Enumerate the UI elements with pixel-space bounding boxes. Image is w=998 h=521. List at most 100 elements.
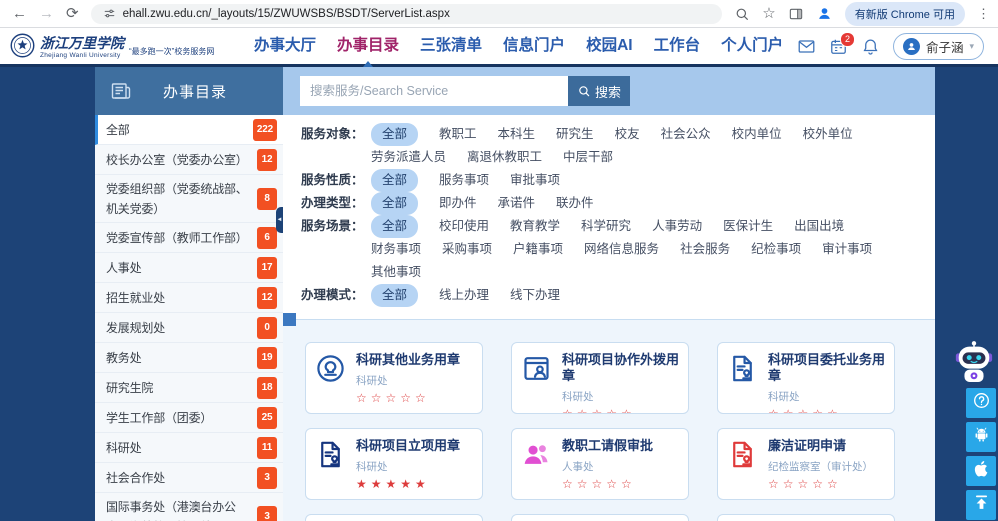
site-settings-icon[interactable] xyxy=(103,7,116,20)
service-card[interactable]: 科研项目委托业务用章科研处☆☆☆☆☆ xyxy=(717,342,895,414)
zoom-icon[interactable] xyxy=(734,6,750,22)
filter-option[interactable]: 全部 xyxy=(371,169,418,192)
filter-option[interactable]: 全部 xyxy=(371,192,418,215)
service-card[interactable]: 科研其他业务用章科研处☆☆☆☆☆ xyxy=(305,342,483,414)
back-to-top-button[interactable] xyxy=(966,490,996,520)
forward-icon[interactable]: → xyxy=(39,6,54,21)
ai-assistant-robot[interactable] xyxy=(953,340,995,386)
filter-option[interactable]: 财务事项 xyxy=(371,238,421,261)
filter-option[interactable]: 审批事项 xyxy=(510,169,560,192)
sidebar-item[interactable]: 学生工作部（团委）25 xyxy=(95,403,283,433)
filter-row: 服务场景：全部校印使用教育教学科学研究人事劳动医保计生出国出境财务事项采购事项户… xyxy=(301,215,935,284)
search-input[interactable] xyxy=(300,76,568,106)
address-bar[interactable]: ehall.zwu.edu.cn/_layouts/15/ZWUWSBS/BSD… xyxy=(91,4,723,24)
filter-option[interactable]: 纪检事项 xyxy=(751,238,801,261)
sidebar-item[interactable]: 党委组织部（党委统战部、机关党委）8 xyxy=(95,175,283,223)
filter-option[interactable]: 中层干部 xyxy=(563,146,613,169)
filter-option[interactable]: 线上办理 xyxy=(439,284,489,307)
filter-option[interactable]: 人事劳动 xyxy=(652,215,702,238)
filter-option[interactable]: 其他事项 xyxy=(371,261,421,284)
search-button[interactable]: 搜索 xyxy=(568,76,630,106)
filter-option[interactable]: 本科生 xyxy=(498,123,536,146)
sidebar-item[interactable]: 发展规划处0 xyxy=(95,313,283,343)
nav-item[interactable]: 工作台 xyxy=(654,28,701,64)
filter-option[interactable]: 审计事项 xyxy=(822,238,872,261)
nav-item[interactable]: 三张清单 xyxy=(420,28,482,64)
nav-item[interactable]: 校园AI xyxy=(586,28,633,64)
filter-option[interactable]: 离退休教职工 xyxy=(467,146,542,169)
android-download-button[interactable] xyxy=(966,422,996,452)
page-body: 办事目录 全部222校长办公室（党委办公室）12党委组织部（党委统战部、机关党委… xyxy=(0,67,998,521)
nav-item[interactable]: 个人门户 xyxy=(721,28,783,64)
calendar-icon[interactable]: 2 xyxy=(829,37,848,56)
card-dept: 纪检监察室（审计处） xyxy=(768,459,873,474)
filter-option[interactable]: 医保计生 xyxy=(723,215,773,238)
university-seal-icon xyxy=(10,33,35,58)
user-menu[interactable]: 俞子涵 ▾ xyxy=(893,33,984,60)
filter-option[interactable]: 联办件 xyxy=(556,192,594,215)
nav-item[interactable]: 办事大厅 xyxy=(254,28,316,64)
filter-option[interactable]: 教职工 xyxy=(439,123,477,146)
filter-option[interactable]: 科学研究 xyxy=(581,215,631,238)
profile-avatar-icon[interactable] xyxy=(816,5,833,22)
filter-option[interactable]: 全部 xyxy=(371,215,418,238)
filter-option[interactable]: 线下办理 xyxy=(510,284,560,307)
filter-option[interactable]: 劳务派遣人员 xyxy=(371,146,446,169)
reload-icon[interactable]: ⟳ xyxy=(66,6,79,21)
filter-option[interactable]: 校友 xyxy=(615,123,640,146)
filter-option[interactable]: 研究生 xyxy=(556,123,594,146)
bookmark-star-icon[interactable]: ☆ xyxy=(762,6,775,21)
chrome-update-button[interactable]: 有新版 Chrome 可用 xyxy=(845,2,965,26)
filter-option[interactable]: 采购事项 xyxy=(442,238,492,261)
filter-option[interactable]: 社会服务 xyxy=(680,238,730,261)
sidebar-item[interactable]: 教务处19 xyxy=(95,343,283,373)
people-icon xyxy=(520,438,554,472)
filter-option[interactable]: 校印使用 xyxy=(439,215,489,238)
service-card[interactable]: 科研项目协作外拨用章科研处☆☆☆☆☆ xyxy=(511,342,689,414)
menu-dots-icon[interactable]: ⋮ xyxy=(977,7,990,20)
back-icon[interactable]: ← xyxy=(12,6,27,21)
ios-download-button[interactable] xyxy=(966,456,996,486)
filter-option[interactable]: 校外单位 xyxy=(803,123,853,146)
filter-option[interactable]: 全部 xyxy=(371,123,418,146)
help-button[interactable] xyxy=(966,388,996,418)
filter-option[interactable]: 户籍事项 xyxy=(513,238,563,261)
sidebar-title: 办事目录 xyxy=(133,81,283,102)
service-card[interactable]: 科研项目立项用章科研处★★★★★ xyxy=(305,428,483,500)
filter-option[interactable]: 出国出境 xyxy=(794,215,844,238)
university-logo[interactable]: 浙江万里学院 Zhejiang Wanli University “最多跑一次”… xyxy=(10,33,248,60)
filter-option[interactable]: 即办件 xyxy=(439,192,477,215)
card-dept: 科研处 xyxy=(562,389,680,404)
filter-option[interactable]: 全部 xyxy=(371,284,418,307)
count-badge: 8 xyxy=(257,188,277,210)
user-avatar-icon xyxy=(903,38,920,55)
side-panel-icon[interactable] xyxy=(788,6,804,22)
sidebar-item[interactable]: 社会合作处3 xyxy=(95,463,283,493)
nav-item[interactable]: 办事目录 xyxy=(337,28,399,64)
filter-label: 办理类型： xyxy=(301,192,371,215)
sidebar-item[interactable]: 党委宣传部（教师工作部）6 xyxy=(95,223,283,253)
filter-option[interactable]: 社会公众 xyxy=(661,123,711,146)
sidebar-collapse-handle[interactable]: ◄ xyxy=(276,207,283,233)
sidebar-item[interactable]: 科研处11 xyxy=(95,433,283,463)
service-card[interactable]: 廉洁证明申请纪检监察室（审计处）☆☆☆☆☆ xyxy=(717,428,895,500)
sidebar-item[interactable]: 人事处17 xyxy=(95,253,283,283)
service-card[interactable]: 纪检监督事项备案纪检监察室（审计处） xyxy=(305,514,483,521)
filter-option[interactable]: 校内单位 xyxy=(732,123,782,146)
filter-option[interactable]: 承诺件 xyxy=(498,192,536,215)
sidebar-item[interactable]: 校长办公室（党委办公室）12 xyxy=(95,145,283,175)
sidebar-item[interactable]: 招生就业处12 xyxy=(95,283,283,313)
service-card[interactable]: 2二级学院（部门）内部用章申请 xyxy=(511,514,689,521)
sidebar-item[interactable]: 全部222 xyxy=(95,115,283,145)
filter-option[interactable]: 服务事项 xyxy=(439,169,489,192)
service-card[interactable]: 教职工请假审批人事处☆☆☆☆☆ xyxy=(511,428,689,500)
sidebar-item[interactable]: 国际事务处（港澳台办公室、海外校区管理处）3 xyxy=(95,493,283,521)
bell-icon[interactable] xyxy=(861,37,880,56)
sidebar-item[interactable]: 研究生院18 xyxy=(95,373,283,403)
nav-item[interactable]: 信息门户 xyxy=(503,28,565,64)
filter-option[interactable]: 网络信息服务 xyxy=(584,238,659,261)
mail-icon[interactable] xyxy=(797,37,816,56)
sidebar-item-label: 校长办公室（党委办公室） xyxy=(106,150,248,170)
service-card[interactable]: 学籍管理（退学、休学）教务部教务科 xyxy=(717,514,895,521)
filter-option[interactable]: 教育教学 xyxy=(510,215,560,238)
